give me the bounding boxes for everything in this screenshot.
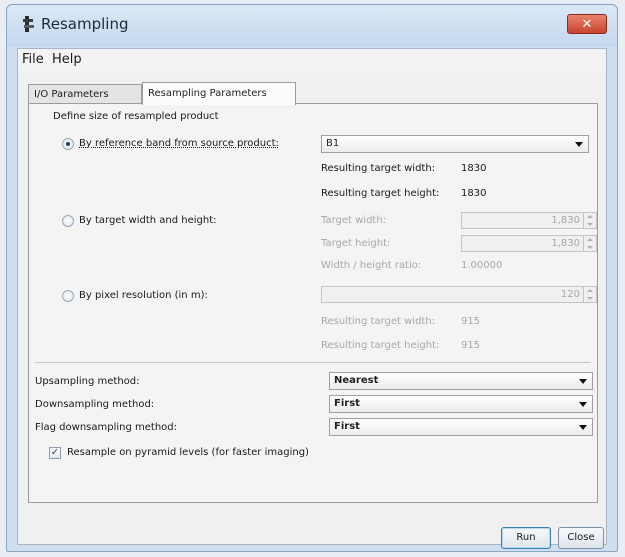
menu-bar: File Help <box>18 49 606 73</box>
tab-resampling-parameters[interactable]: Resampling Parameters <box>142 82 296 105</box>
by-width-height-label[interactable]: By target width and height: <box>79 215 217 226</box>
by-width-height-radio[interactable] <box>62 215 74 227</box>
close-button[interactable]: Close <box>558 527 604 549</box>
target-height-label: Target height: <box>321 238 391 249</box>
menu-file[interactable]: File <box>22 52 44 67</box>
ref-result-width-value: 1830 <box>461 163 487 174</box>
downsampling-value: First <box>334 398 360 409</box>
chevron-down-icon <box>579 425 587 430</box>
ref-result-width-label: Resulting target width: <box>321 163 436 174</box>
target-width-value: 1,830 <box>551 215 580 226</box>
menu-help[interactable]: Help <box>52 52 82 67</box>
pixel-resolution-spinner[interactable]: 120 <box>321 286 597 303</box>
window-title: Resampling <box>41 15 129 33</box>
resampling-dialog: Resampling ✕ File Help I/O Parameters Re… <box>6 4 618 552</box>
define-size-heading: Define size of resampled product <box>53 111 219 122</box>
target-width-label: Target width: <box>321 215 387 226</box>
by-reference-radio[interactable] <box>62 138 74 150</box>
by-pixel-resolution-label[interactable]: By pixel resolution (in m): <box>79 290 208 301</box>
pyramid-checkbox[interactable]: ✓ <box>49 447 61 459</box>
target-height-spinner[interactable]: 1,830 <box>461 235 597 252</box>
res-result-height-value: 915 <box>461 340 481 351</box>
chevron-down-icon <box>575 142 583 147</box>
checkmark-icon: ✓ <box>50 447 60 458</box>
pyramid-label[interactable]: Resample on pyramid levels (for faster i… <box>67 447 309 458</box>
spinner-arrows-icon[interactable] <box>583 236 596 251</box>
res-result-width-value: 915 <box>461 316 481 327</box>
flag-downsampling-label: Flag downsampling method: <box>35 422 178 433</box>
reference-band-select[interactable]: B1 <box>321 135 589 153</box>
reference-band-value: B1 <box>326 138 340 149</box>
tab-strip: I/O Parameters Resampling Parameters <box>28 82 600 105</box>
flag-downsampling-select[interactable]: First <box>329 418 593 436</box>
upsampling-select[interactable]: Nearest <box>329 372 593 390</box>
divider <box>35 362 591 363</box>
ref-result-height-value: 1830 <box>461 188 487 199</box>
resampling-parameters-panel: Define size of resampled product By refe… <box>28 103 598 503</box>
run-button[interactable]: Run <box>501 527 551 549</box>
title-bar[interactable]: Resampling ✕ <box>7 5 617 47</box>
upsampling-label: Upsampling method: <box>35 376 140 387</box>
res-result-height-label: Resulting target height: <box>321 340 440 351</box>
res-result-width-label: Resulting target width: <box>321 316 436 327</box>
target-width-spinner[interactable]: 1,830 <box>461 212 597 229</box>
spinner-arrows-icon[interactable] <box>583 213 596 228</box>
ratio-value: 1.00000 <box>461 260 503 271</box>
by-pixel-resolution-radio[interactable] <box>62 290 74 302</box>
spinner-arrows-icon[interactable] <box>583 287 596 302</box>
ratio-label: Width / height ratio: <box>321 260 422 271</box>
dialog-body: File Help I/O Parameters Resampling Para… <box>17 48 607 549</box>
target-height-value: 1,830 <box>551 238 580 249</box>
pixel-resolution-value: 120 <box>560 289 580 300</box>
by-reference-label[interactable]: By reference band from source product: <box>79 138 279 149</box>
chevron-down-icon <box>579 402 587 407</box>
app-icon <box>23 16 34 32</box>
ref-result-height-label: Resulting target height: <box>321 188 440 199</box>
downsampling-label: Downsampling method: <box>35 399 155 410</box>
upsampling-value: Nearest <box>334 375 379 386</box>
flag-downsampling-value: First <box>334 421 360 432</box>
window-close-button[interactable]: ✕ <box>567 14 607 34</box>
close-icon: ✕ <box>581 17 593 32</box>
tab-io-parameters[interactable]: I/O Parameters <box>28 84 142 103</box>
chevron-down-icon <box>579 379 587 384</box>
downsampling-select[interactable]: First <box>329 395 593 413</box>
